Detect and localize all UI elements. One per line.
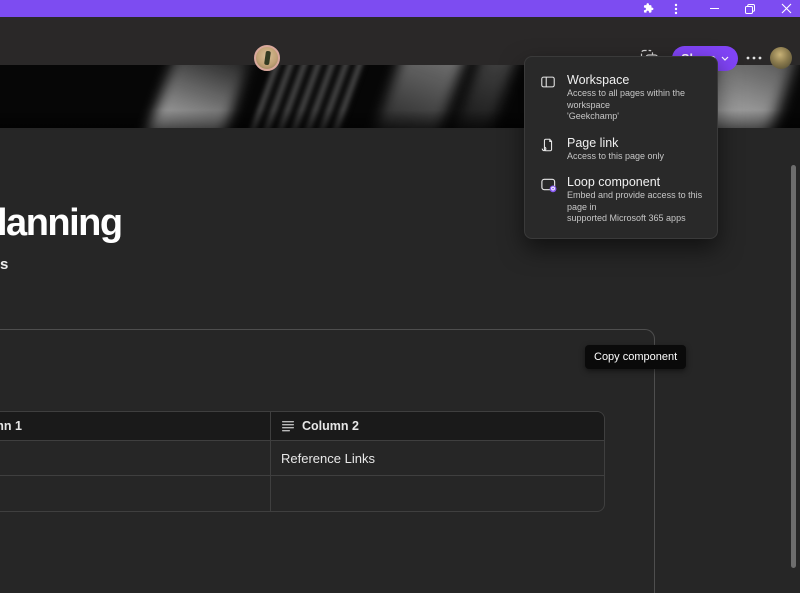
menu-item-description: Access to all pages within the workspace [567,88,703,111]
copy-component-tooltip: Copy component [585,345,686,369]
table-header-column-2[interactable]: Column 2 [271,412,604,440]
table-cell[interactable]: Reference Links [271,441,604,475]
menu-item-description: Access to this page only [567,151,664,163]
cover-light-beam [368,65,469,128]
table-cell[interactable] [271,476,604,511]
user-avatar[interactable] [770,47,792,69]
share-dropdown-menu: Workspace Access to all pages within the… [524,56,718,239]
loop-component-icon [539,174,557,193]
page-icon-avatar[interactable] [254,45,280,71]
menu-item-page-link[interactable]: Page link Access to this page only [525,129,717,169]
column-1-label: Column 1 [0,419,22,433]
cover-light-beam [135,65,254,128]
menu-item-description: 'Geekchamp' [567,111,703,123]
menu-item-description: supported Microsoft 365 apps [567,213,703,225]
column-menu-icon [282,421,295,432]
extensions-puzzle-icon[interactable] [638,0,658,17]
table-header-row: Column 1 Column 2 [0,412,604,441]
page-title: lanning [0,204,122,242]
kebab-menu-icon[interactable] [668,0,684,17]
workspace-icon [539,72,557,90]
column-2-label: Column 2 [302,419,359,433]
table-cell[interactable] [0,441,271,475]
vertical-scrollbar[interactable] [791,165,796,568]
chevron-down-icon [721,56,729,61]
section-heading-fragment: s [0,256,8,273]
table-cell[interactable] [0,476,271,511]
menu-item-loop-component[interactable]: Loop component Embed and provide access … [525,168,717,231]
cover-tree-texture [242,65,367,128]
close-icon[interactable] [774,0,798,17]
table-row [0,476,604,511]
more-ellipsis-icon[interactable] [744,50,764,66]
table-row: Reference Links [0,441,604,476]
menu-item-label: Loop component [567,174,703,190]
cover-light-beam [450,65,520,128]
page-link-icon [539,135,557,153]
table-header-column-1[interactable]: Column 1 [0,412,271,440]
menu-item-label: Workspace [567,72,703,88]
restore-icon[interactable] [739,0,761,17]
menu-item-label: Page link [567,135,664,151]
menu-item-workspace[interactable]: Workspace Access to all pages within the… [525,66,717,129]
loop-table: Column 1 Column 2 Reference Links [0,411,605,512]
window-titlebar [0,0,800,17]
minimize-icon[interactable] [703,0,725,17]
menu-item-description: Embed and provide access to this page in [567,190,703,213]
